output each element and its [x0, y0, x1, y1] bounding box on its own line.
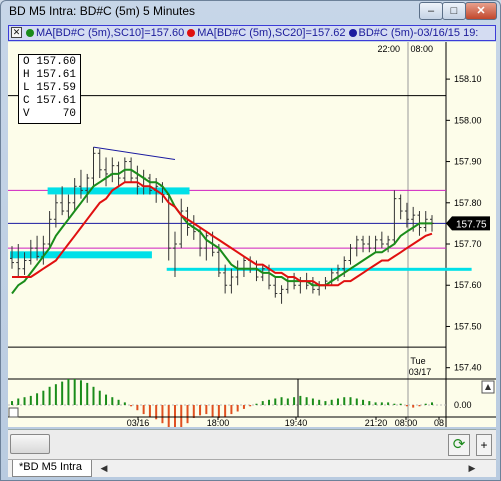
legend-price[interactable]: BD#C (5m)-03/16/15 19: [359, 27, 479, 39]
top-time-label: 08:00 [410, 44, 433, 54]
y-tick-label: 157.60 [454, 280, 482, 290]
ohlc-label: L [23, 82, 30, 94]
tab-prev-icon[interactable]: ◀ [98, 462, 110, 475]
minimize-button[interactable]: – [419, 2, 443, 20]
y-tick-label: 158.10 [454, 74, 482, 84]
ohlc-value: 70 [62, 108, 76, 120]
price-color-dot [348, 29, 357, 37]
pane-options-icon[interactable] [8, 407, 19, 418]
ma20-color-dot [187, 29, 196, 37]
y-tick-label: 157.80 [454, 198, 482, 208]
x-tick-label: 19:40 [285, 418, 308, 427]
x-tick-label: 18:00 [207, 418, 230, 427]
y-tick-label: 158.00 [454, 115, 482, 125]
session-date-label: 03/17 [409, 367, 432, 377]
ma10-color-dot [26, 29, 34, 37]
y-tick-label: 157.50 [454, 321, 482, 331]
x-tick-label: 21:20 [365, 418, 388, 427]
price-chart-area[interactable]: 22:00 08:00 158.10 158.00 157.90 157.80 157.70… [8, 42, 496, 427]
x-tick-label: 03/16 [127, 418, 150, 427]
ohlc-label: C [23, 95, 30, 107]
close-button[interactable]: ✕ [465, 2, 497, 20]
legend-close-icon[interactable]: ✕ [11, 27, 22, 38]
ohlc-data-box: O 157.60 H 157.61 L 157.59 C 157.61 V 70 [18, 54, 81, 124]
ohlc-row-c: C 157.61 [23, 95, 76, 108]
tab-bd-m5-intra[interactable]: *BD M5 Intra [12, 460, 92, 477]
legend-ma10[interactable]: MA[BD#C (5m),SC10]=157.60 [36, 27, 184, 39]
y-tick-label: 157.70 [454, 239, 482, 249]
ohlc-row-l: L 157.59 [23, 82, 76, 95]
tab-bar: *BD M5 Intra ◀ ▶ [8, 459, 496, 477]
session-day-label: Tue [410, 356, 425, 366]
ohlc-label: O [23, 56, 30, 68]
scroll-bar-area: ⟳ + [8, 429, 496, 459]
title-bar[interactable]: BD M5 Intra: BD#C (5m) 5 Minutes – □ ✕ [1, 1, 500, 23]
maximize-button[interactable]: □ [442, 2, 466, 20]
price-chart-svg[interactable]: 22:00 08:00 158.10 158.00 157.90 157.80 157.70… [8, 42, 496, 427]
top-time-label: 22:00 [377, 44, 400, 54]
oscillator-zero-label: 0.00 [454, 400, 472, 410]
chart-window: BD M5 Intra: BD#C (5m) 5 Minutes – □ ✕ ✕… [0, 0, 501, 481]
y-tick-label: 157.90 [454, 157, 482, 167]
ohlc-value: 157.60 [36, 56, 76, 68]
ohlc-value: 157.61 [36, 95, 76, 107]
x-tick-label: 08 [434, 418, 444, 427]
ohlc-row-h: H 157.61 [23, 69, 76, 82]
tab-next-icon[interactable]: ▶ [466, 462, 478, 475]
indicator-legend: ✕ MA[BD#C (5m),SC10]=157.60 MA[BD#C (5m),S… [8, 25, 496, 41]
y-tick-label: 157.40 [454, 363, 482, 373]
last-price-label: 157.75 [456, 219, 487, 230]
ohlc-value: 157.61 [36, 69, 76, 81]
ohlc-value: 157.59 [36, 82, 76, 94]
horizontal-scroll-thumb[interactable] [10, 434, 50, 454]
add-pane-button[interactable]: + [476, 434, 492, 456]
legend-ma20[interactable]: MA[BD#C (5m),SC20]=157.62 [197, 27, 345, 39]
ohlc-row-v: V 70 [23, 108, 76, 121]
refresh-icon[interactable]: ⟳ [448, 434, 470, 456]
window-title: BD M5 Intra: BD#C (5m) 5 Minutes [9, 4, 196, 18]
ohlc-label: H [23, 69, 30, 81]
ohlc-row-o: O 157.60 [23, 56, 76, 69]
x-tick-label: 08:00 [395, 418, 418, 427]
support-resistance-zone [166, 267, 472, 271]
ohlc-label: V [23, 108, 30, 120]
